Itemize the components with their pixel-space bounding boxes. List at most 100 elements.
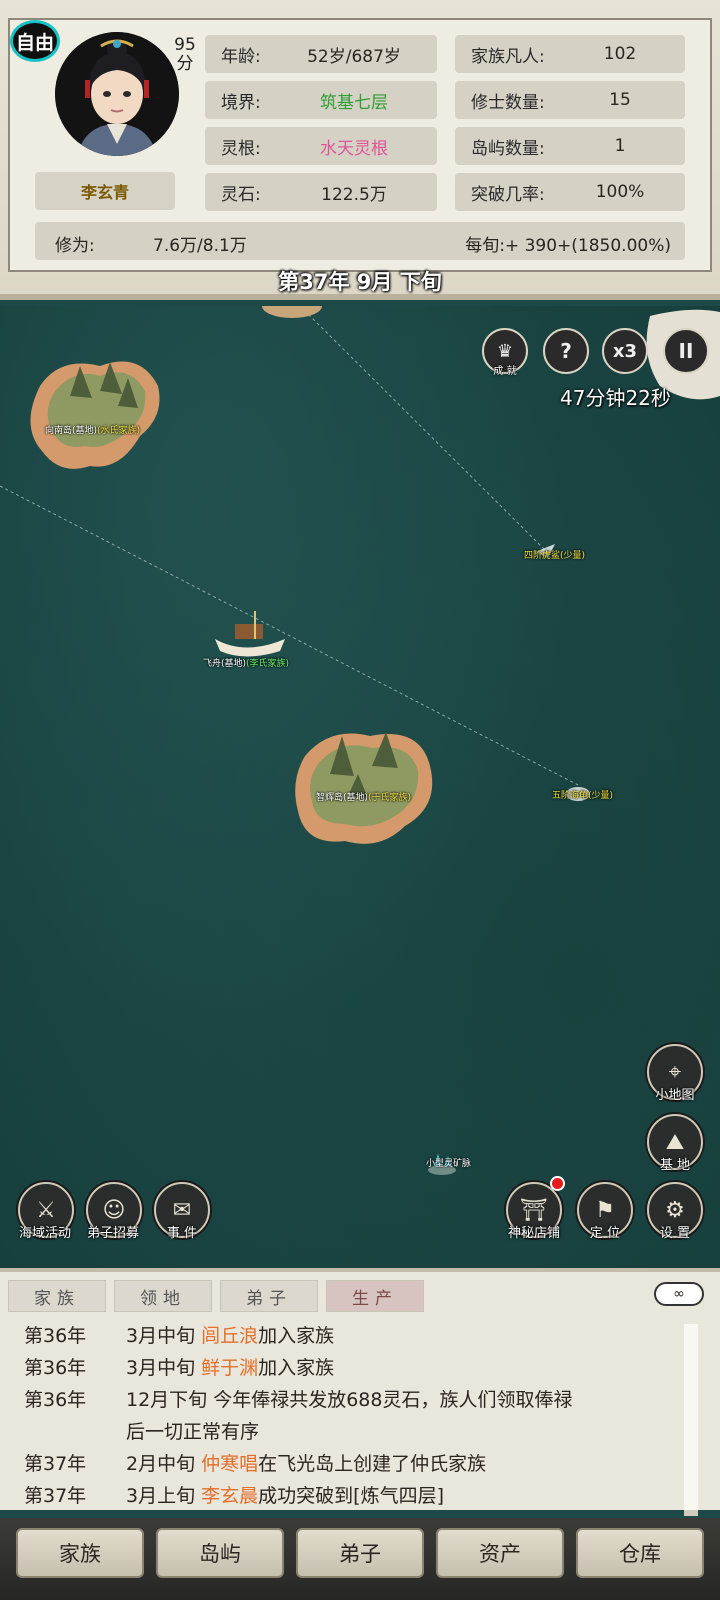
tab-territory[interactable]: 领地 [114,1280,212,1312]
scrollbar-thumb[interactable] [684,1324,698,1510]
log-text: 在飞光岛上创建了仲氏家族 [258,1453,487,1475]
nav-family-button[interactable]: 家族 [16,1528,144,1578]
log-text: 成功突破到[炼气四层] [258,1485,444,1507]
stat-islands: 岛屿数量: 1 [455,127,685,165]
trophy-icon: ♛ [496,340,514,362]
stat-cultivators: 修士数量: 15 [455,81,685,119]
island-family: (于氏家族) [368,793,412,803]
mountain-icon: ⛰ [665,1129,685,1155]
stat-realm: 境界: 筑基七层 [205,81,437,119]
stat-value: 52岁/687岁 [307,46,401,67]
stat-mortals: 家族凡人: 102 [455,35,685,73]
log-message: 3月上旬 李玄晨成功突破到[炼气四层] [126,1480,686,1512]
stat-value: 水天灵根 [320,138,388,159]
stat-label: 灵根: [221,138,261,159]
speed-button[interactable]: x3 [602,328,648,374]
status-badge[interactable]: 自由 [10,20,60,62]
island-label-zhihui: 智辉岛(基地)(于氏家族) [316,790,411,803]
log-message: 12月下旬 今年俸禄共发放688灵石，族人们领取俸禄 [126,1389,573,1411]
stat-value: 15 [609,90,631,110]
log-person: 鲜于渊 [201,1357,259,1379]
log-scrollbar[interactable] [684,1324,698,1516]
ship-name: 飞舟(基地) [203,659,247,669]
stat-spirit-stones: 灵石: 122.5万 [205,173,437,211]
base-label: 基 地 [659,1158,691,1173]
ship-label: 飞舟(基地)(李氏家族) [203,656,289,669]
stat-label: 岛屿数量: [471,138,545,159]
log-text: 3月上旬 [126,1485,202,1507]
nav-assets-button[interactable]: 资产 [436,1528,564,1578]
stat-label: 突破几率: [471,184,545,205]
island-zhihui[interactable] [295,732,433,844]
tab-production[interactable]: 生产 [326,1280,424,1312]
log-text: 加入家族 [258,1325,335,1347]
stat-breakthrough: 突破几率: 100% [455,173,685,211]
notification-dot [550,1176,565,1191]
ship-family: (李氏家族) [246,659,290,669]
minimap-label: 小地图 [655,1088,695,1103]
cultivation-bar: 修为: 7.6万/8.1万 每旬:+ 390+(1850.00%) [35,222,685,260]
character-portrait-icon [55,32,179,156]
crossed-swords-icon: ⚔ [36,1197,56,1223]
nav-islands-button[interactable]: 岛屿 [156,1528,284,1578]
stat-value: 1 [614,136,626,156]
log-list[interactable]: 第36年 3月中旬 闾丘浪加入家族 第36年 3月中旬 鲜于渊加入家族 第36年… [12,1320,680,1510]
cultivation-value: 7.6万/8.1万 [153,236,247,256]
achievement-label: 成 就 [493,366,517,377]
map-background [0,306,720,1175]
game-date: 第37年 9月 下旬 [278,270,442,294]
stat-label: 修士数量: [471,92,545,113]
settings-label: 设 置 [659,1226,691,1241]
monster-label-shark: 四阶虎鲨(少量) [524,551,586,561]
log-year: 第37年 [24,1453,87,1475]
stat-label: 年龄: [221,46,261,67]
stat-value: 102 [603,44,637,64]
stat-label: 灵石: [221,184,261,205]
log-message: 后一切正常有序 [126,1421,260,1443]
tab-family[interactable]: 家族 [8,1280,106,1312]
avatar[interactable] [55,32,179,156]
nav-warehouse-button[interactable]: 仓库 [576,1528,704,1578]
nav-disciples-button[interactable]: 弟子 [296,1528,424,1578]
log-person: 李玄晨 [201,1485,259,1507]
character-name[interactable]: 李玄青 [35,172,175,210]
log-text: 3月中旬 [126,1325,202,1347]
score: 95 分 [172,36,198,74]
scroll-icon: ✉ [172,1197,192,1223]
log-person: 仲寒唱 [201,1453,259,1475]
log-person: 闾丘浪 [201,1325,259,1347]
status-panel: 自由 95 分 李玄青 年龄: 52岁/687岁 境界: 筑基七层 灵根: 水天… [0,0,720,300]
timer: 47分钟22秒 [560,386,671,410]
flag-icon: ⚑ [595,1197,615,1223]
log-year: 第37年 [24,1485,87,1507]
log-text: 加入家族 [258,1357,335,1379]
events-label: 事 件 [166,1226,198,1241]
temple-icon: ⛩ [520,1197,548,1223]
sea-map[interactable]: 向南岛(基地)(水氏家族) 智辉岛(基地)(于氏家族) 飞舟(基地)(李氏家族)… [0,306,720,1268]
stat-value: 100% [595,182,645,202]
log-message: 3月中旬 闾丘浪加入家族 [126,1320,686,1352]
stat-value: 122.5万 [321,184,387,205]
bottom-nav: 家族 岛屿 弟子 资产 仓库 [0,1518,720,1600]
help-button[interactable]: ? [543,328,589,374]
log-message: 2月中旬 仲寒唱在飞光岛上创建了仲氏家族 [126,1448,686,1480]
pause-button[interactable]: II [663,328,709,374]
stat-label: 境界: [221,92,261,113]
log-text: 3月中旬 [126,1357,202,1379]
log-year: 第36年 [24,1325,87,1347]
collapse-toggle-icon[interactable]: ∞ [654,1282,704,1306]
log-message: 3月中旬 鲜于渊加入家族 [126,1352,686,1384]
island-name: 智辉岛(基地) [316,793,369,803]
location-pin-icon: ⌖ [668,1059,682,1085]
log-text: 2月中旬 [126,1453,202,1475]
tab-disciples[interactable]: 弟子 [220,1280,318,1312]
log-year: 第36年 [24,1389,87,1411]
island-xiangnan[interactable] [30,361,160,469]
stat-value: 筑基七层 [320,92,388,113]
mine-label: 小型灵矿脉 [426,1159,472,1169]
flying-ship[interactable] [215,611,285,657]
stat-spirit-root: 灵根: 水天灵根 [205,127,437,165]
island-family: (水氏家族) [97,426,141,436]
monster-label-turtle: 五阶海龟(少量) [552,791,614,801]
island-label-xiangnan: 向南岛(基地)(水氏家族) [45,423,140,436]
